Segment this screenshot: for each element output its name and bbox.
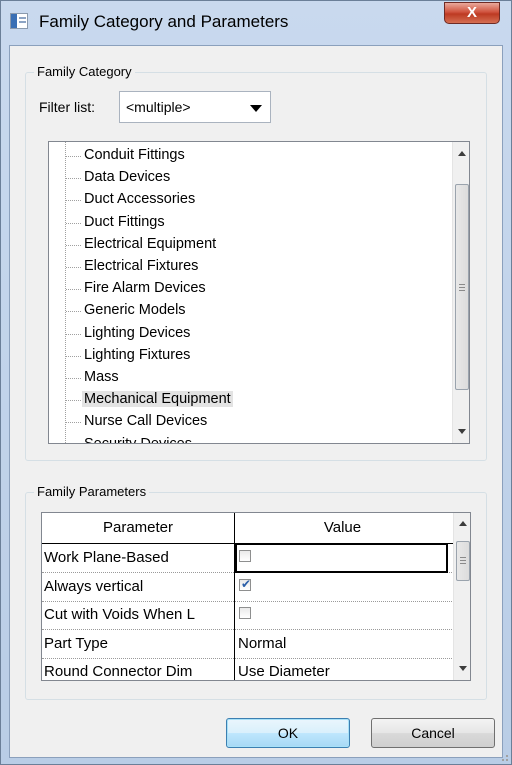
scroll-down-icon[interactable]	[459, 666, 467, 671]
tree-item[interactable]: Electrical Equipment	[49, 234, 459, 256]
scroll-down-icon[interactable]	[458, 429, 466, 434]
parameter-value[interactable]: Normal	[238, 635, 286, 652]
scroll-up-icon[interactable]	[459, 521, 467, 526]
title-bar[interactable]: Family Category and Parameters X	[1, 1, 511, 45]
tree-connector	[66, 200, 81, 202]
tree-item[interactable]: Mechanical Equipment	[49, 389, 459, 411]
category-scrollbar[interactable]	[452, 142, 469, 443]
scrollbar-thumb[interactable]	[455, 184, 469, 390]
tree-item[interactable]: Lighting Devices	[49, 323, 459, 345]
grid-header: Parameter Value	[42, 513, 454, 544]
grid-row[interactable]: Cut with Voids When L	[42, 601, 454, 631]
scrollbar-thumb[interactable]	[456, 541, 470, 581]
tree-item[interactable]: Conduit Fittings	[49, 145, 459, 167]
window-title: Family Category and Parameters	[39, 12, 289, 31]
tree-item[interactable]: Lighting Fixtures	[49, 345, 459, 367]
tree-item[interactable]: Duct Fittings	[49, 212, 459, 234]
tree-item[interactable]: Generic Models	[49, 300, 459, 322]
tree-item[interactable]: Electrical Fixtures	[49, 256, 459, 278]
family-parameters-label: Family Parameters	[34, 484, 150, 499]
tree-connector	[66, 222, 81, 224]
tree-item[interactable]: Mass	[49, 367, 459, 389]
parameter-name: Work Plane-Based	[44, 549, 169, 566]
close-icon: X	[466, 4, 477, 21]
tree-item-label: Conduit Fittings	[84, 147, 185, 163]
tree-connector	[66, 178, 81, 180]
grid-row[interactable]: Round Connector Dim Use Diameter	[42, 658, 454, 681]
parameter-checkbox[interactable]: ✔	[239, 576, 252, 591]
tree-connector	[66, 333, 81, 335]
parameter-value[interactable]: Use Diameter	[238, 663, 330, 680]
tree-connector	[66, 267, 81, 268]
tree-connector	[66, 378, 81, 379]
tree-item[interactable]: Data Devices	[49, 167, 459, 189]
tree-item-label: Nurse Call Devices	[84, 413, 208, 430]
tree-item-label: Data Devices	[84, 169, 171, 186]
tree-item-label: Lighting Devices	[84, 324, 191, 341]
chevron-down-icon[interactable]	[250, 105, 262, 112]
tree-connector	[66, 244, 81, 246]
parameter-name: Round Connector Dim	[44, 663, 193, 681]
tree-item-label: Duct Accessories	[84, 191, 196, 208]
column-header-value[interactable]: Value	[235, 513, 450, 543]
tree-item[interactable]: Duct Accessories	[49, 189, 459, 211]
tree-connector	[66, 355, 81, 357]
tree-item-label: Fire Alarm Devices	[84, 280, 206, 297]
tree-item-label: Electrical Equipment	[84, 235, 217, 252]
parameter-name: Always vertical	[44, 577, 144, 595]
close-button[interactable]: X	[444, 2, 500, 24]
filter-list-dropdown[interactable]: <multiple>	[119, 91, 271, 123]
focused-cell	[235, 543, 448, 573]
tree-item-label: Electrical Fixtures	[84, 258, 199, 274]
filter-list-label: Filter list:	[39, 99, 95, 115]
ok-button[interactable]: OK	[226, 718, 350, 748]
tree-connector	[66, 400, 81, 402]
tree-connector	[66, 289, 81, 291]
tree-connector	[66, 156, 81, 157]
parameter-name: Cut with Voids When L	[44, 606, 195, 624]
scroll-up-icon[interactable]	[458, 151, 466, 156]
checkmark-icon: ✔	[241, 576, 252, 591]
tree-item-label: Mass	[84, 369, 119, 385]
tree-item[interactable]: Nurse Call Devices	[49, 411, 459, 433]
parameter-name: Part Type	[44, 634, 108, 652]
tree-item-label: Duct Fittings	[84, 213, 165, 230]
grid-row[interactable]: Always vertical ✔	[42, 573, 454, 602]
tree-connector	[66, 422, 81, 424]
tree-item-label: Mechanical Equipment	[82, 391, 233, 408]
tree-item-label: Generic Models	[84, 302, 186, 319]
parameters-grid[interactable]: Parameter Value Work Plane-Based Always v…	[41, 512, 471, 681]
filter-list-value: <multiple>	[126, 99, 191, 115]
resize-grip-icon[interactable]	[498, 751, 508, 761]
tree-item-label: Lighting Fixtures	[84, 346, 191, 363]
grid-row[interactable]: Part Type Normal	[42, 630, 454, 659]
tree-item[interactable]: Security Devices	[49, 434, 459, 444]
parameter-checkbox[interactable]	[239, 607, 251, 620]
category-tree[interactable]: Conduit Fittings Data Devices Duct Accesso…	[48, 141, 470, 444]
parameters-scrollbar[interactable]	[453, 513, 470, 680]
column-header-parameter[interactable]: Parameter	[42, 513, 234, 543]
app-icon	[10, 13, 28, 29]
tree-item[interactable]: Fire Alarm Devices	[49, 278, 459, 300]
dialog-window: Family Category and Parameters X Family …	[0, 0, 512, 765]
column-separator	[234, 513, 235, 680]
tree-item-label: Security Devices	[84, 435, 192, 444]
cancel-button[interactable]: Cancel	[371, 718, 495, 748]
tree-connector	[66, 311, 81, 313]
family-category-label: Family Category	[34, 64, 135, 79]
